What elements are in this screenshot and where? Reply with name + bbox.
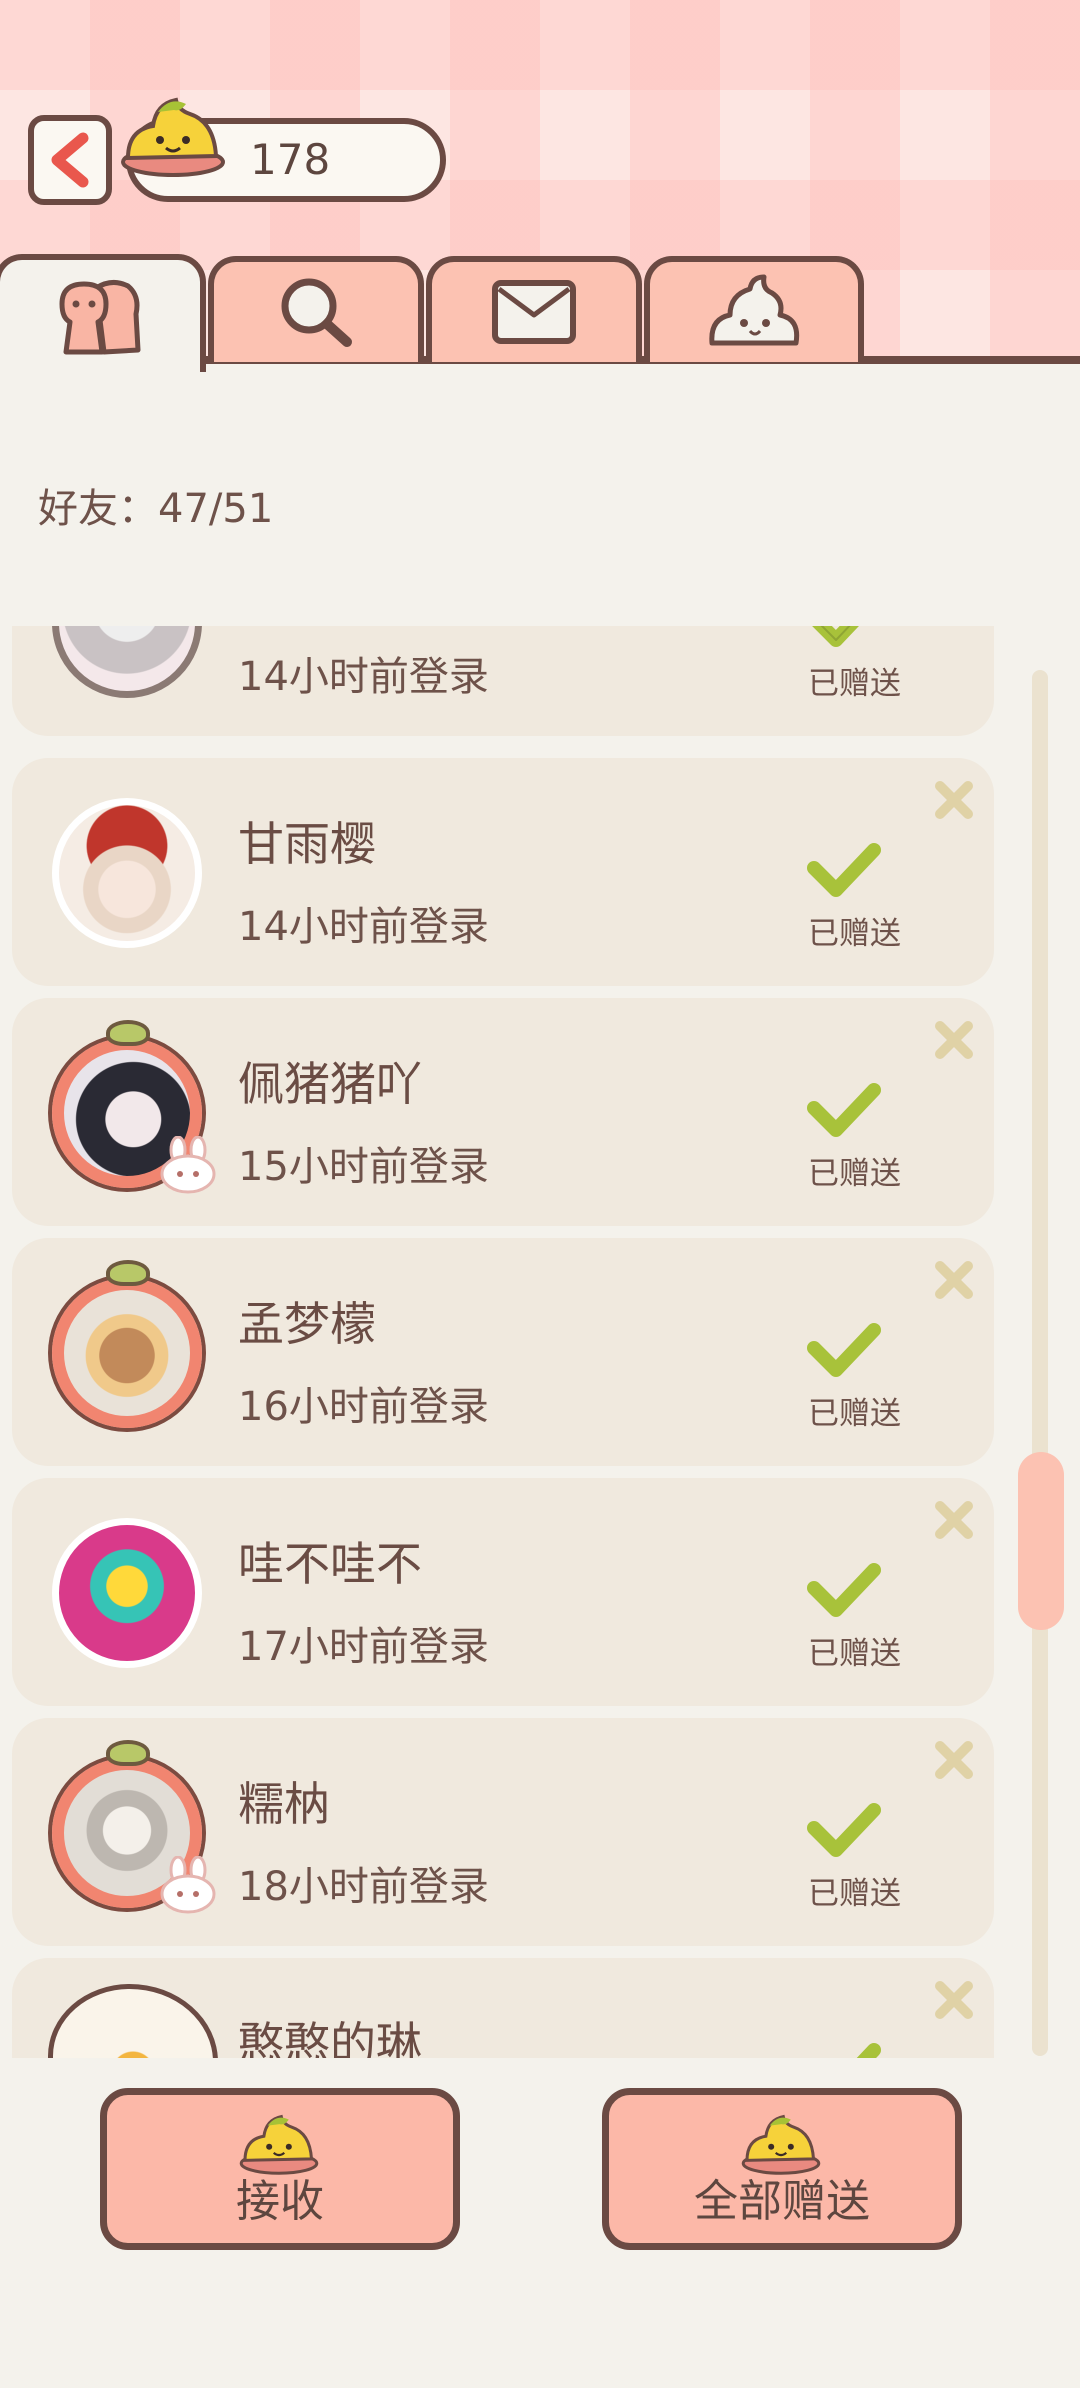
sent-label: 已赠送 [808, 1636, 901, 1672]
scrollbar-thumb[interactable] [1018, 1452, 1064, 1630]
sent-label: 已赠送 [808, 666, 901, 702]
last-login: 18小时前登录 [238, 1864, 489, 1910]
friend-name: 佩猪猪吖 [238, 1057, 422, 1111]
list-item[interactable]: 佩猪猪吖 15小时前登录 已赠送 [12, 998, 994, 1226]
friends-count: 好友：47/51 [38, 486, 274, 532]
list-item[interactable]: 甘雨樱 14小时前登录 已赠送 [12, 758, 994, 986]
last-login: 14小时前登录 [238, 654, 489, 700]
avatar [52, 798, 202, 948]
last-login: 16小时前登录 [238, 1384, 489, 1430]
tab-friends[interactable] [0, 254, 206, 372]
send-all-button[interactable]: 全部赠送 [602, 2088, 962, 2250]
receive-button[interactable]: 接收 [100, 2088, 460, 2250]
search-icon [281, 278, 352, 347]
scrollbar-track[interactable] [1032, 670, 1048, 2056]
coin-count: 178 [250, 135, 331, 184]
receive-label: 接收 [236, 2176, 324, 2227]
sent-label: 已赠送 [808, 1876, 901, 1912]
back-button[interactable] [28, 115, 112, 205]
check-icon [807, 843, 881, 897]
send-all-label: 全部赠送 [694, 2176, 870, 2227]
last-login: 15小时前登录 [238, 1144, 489, 1190]
avatar [52, 626, 202, 698]
list-item[interactable]: 糯枘 18小时前登录 已赠送 [12, 1718, 994, 1946]
last-login: 17小时前登录 [238, 1624, 489, 1670]
close-icon[interactable] [930, 1256, 978, 1304]
mail-icon [492, 280, 576, 344]
last-login: 14小时前登录 [238, 904, 489, 950]
avatar [52, 1518, 202, 1668]
poop-coin-icon [121, 97, 225, 177]
list-item[interactable]: 14小时前登录 已赠送 [12, 626, 994, 736]
check-icon [807, 1323, 881, 1377]
tab-search[interactable] [208, 256, 424, 362]
avatar [52, 1740, 216, 1914]
poop-icon [709, 274, 800, 346]
tab-mail[interactable] [426, 256, 642, 362]
close-icon[interactable] [930, 1016, 978, 1064]
close-icon[interactable] [930, 1496, 978, 1544]
bunny-badge-icon [160, 1136, 216, 1194]
close-icon[interactable] [930, 1976, 978, 2024]
check-icon [807, 1083, 881, 1137]
friend-name: 孟梦檬 [238, 1297, 376, 1351]
friend-name: 甘雨樱 [238, 817, 376, 871]
back-arrow-icon [51, 132, 89, 188]
sent-label: 已赠送 [808, 916, 901, 952]
bunny-badge-icon [160, 1856, 216, 1914]
avatar [48, 1984, 218, 2058]
check-icon [812, 626, 859, 647]
friend-name: 糯枘 [238, 1777, 330, 1831]
close-icon[interactable] [930, 1736, 978, 1784]
list-item[interactable]: 憨憨的琳 [12, 1958, 994, 2058]
close-icon[interactable] [930, 776, 978, 824]
friend-name: 哇不哇不 [238, 1537, 422, 1591]
sent-label: 已赠送 [808, 1156, 901, 1192]
friend-name: 憨憨的琳 [238, 2017, 422, 2058]
tab-gifts[interactable] [644, 256, 864, 362]
list-item[interactable]: 哇不哇不 17小时前登录 已赠送 [12, 1478, 994, 1706]
sent-label: 已赠送 [808, 1396, 901, 1432]
check-icon [807, 1563, 881, 1617]
avatar [52, 1260, 202, 1428]
check-icon [807, 1803, 881, 1857]
list-item[interactable]: 孟梦檬 16小时前登录 已赠送 [12, 1238, 994, 1466]
friend-list[interactable]: 14小时前登录 已赠送 甘雨樱 14小时前登录 已赠送 佩猪猪吖 15小时前登录… [0, 626, 1000, 2058]
check-icon [856, 2043, 881, 2058]
avatar [52, 1020, 216, 1194]
friends-icon [59, 280, 141, 355]
